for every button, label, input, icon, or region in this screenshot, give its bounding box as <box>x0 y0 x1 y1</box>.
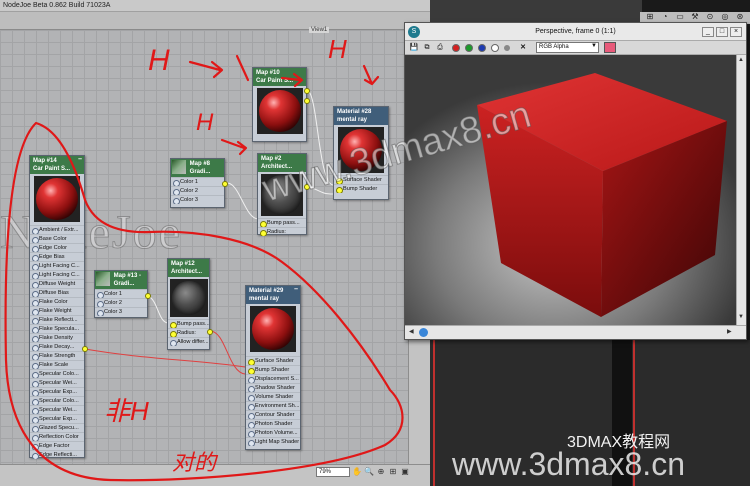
annotation-layer: H H H 非H 对的 <box>4 34 404 482</box>
annotation-h3: H <box>196 109 214 136</box>
annotation-h2: H <box>328 34 347 64</box>
arrow-mark <box>188 60 224 79</box>
annotation-h1: H <box>148 44 170 77</box>
selection-loop <box>4 121 404 482</box>
annotation-fei-h: 非H <box>104 396 149 426</box>
arrow-mark <box>362 64 380 86</box>
annotation-cn-note: 对的 <box>172 450 219 475</box>
arrow-mark <box>220 138 248 156</box>
arrow-mark <box>280 72 304 88</box>
arrow-mark <box>235 54 250 82</box>
screen: NodeJoe Beta 0.862 Build 71023A View1 No… <box>0 0 750 486</box>
